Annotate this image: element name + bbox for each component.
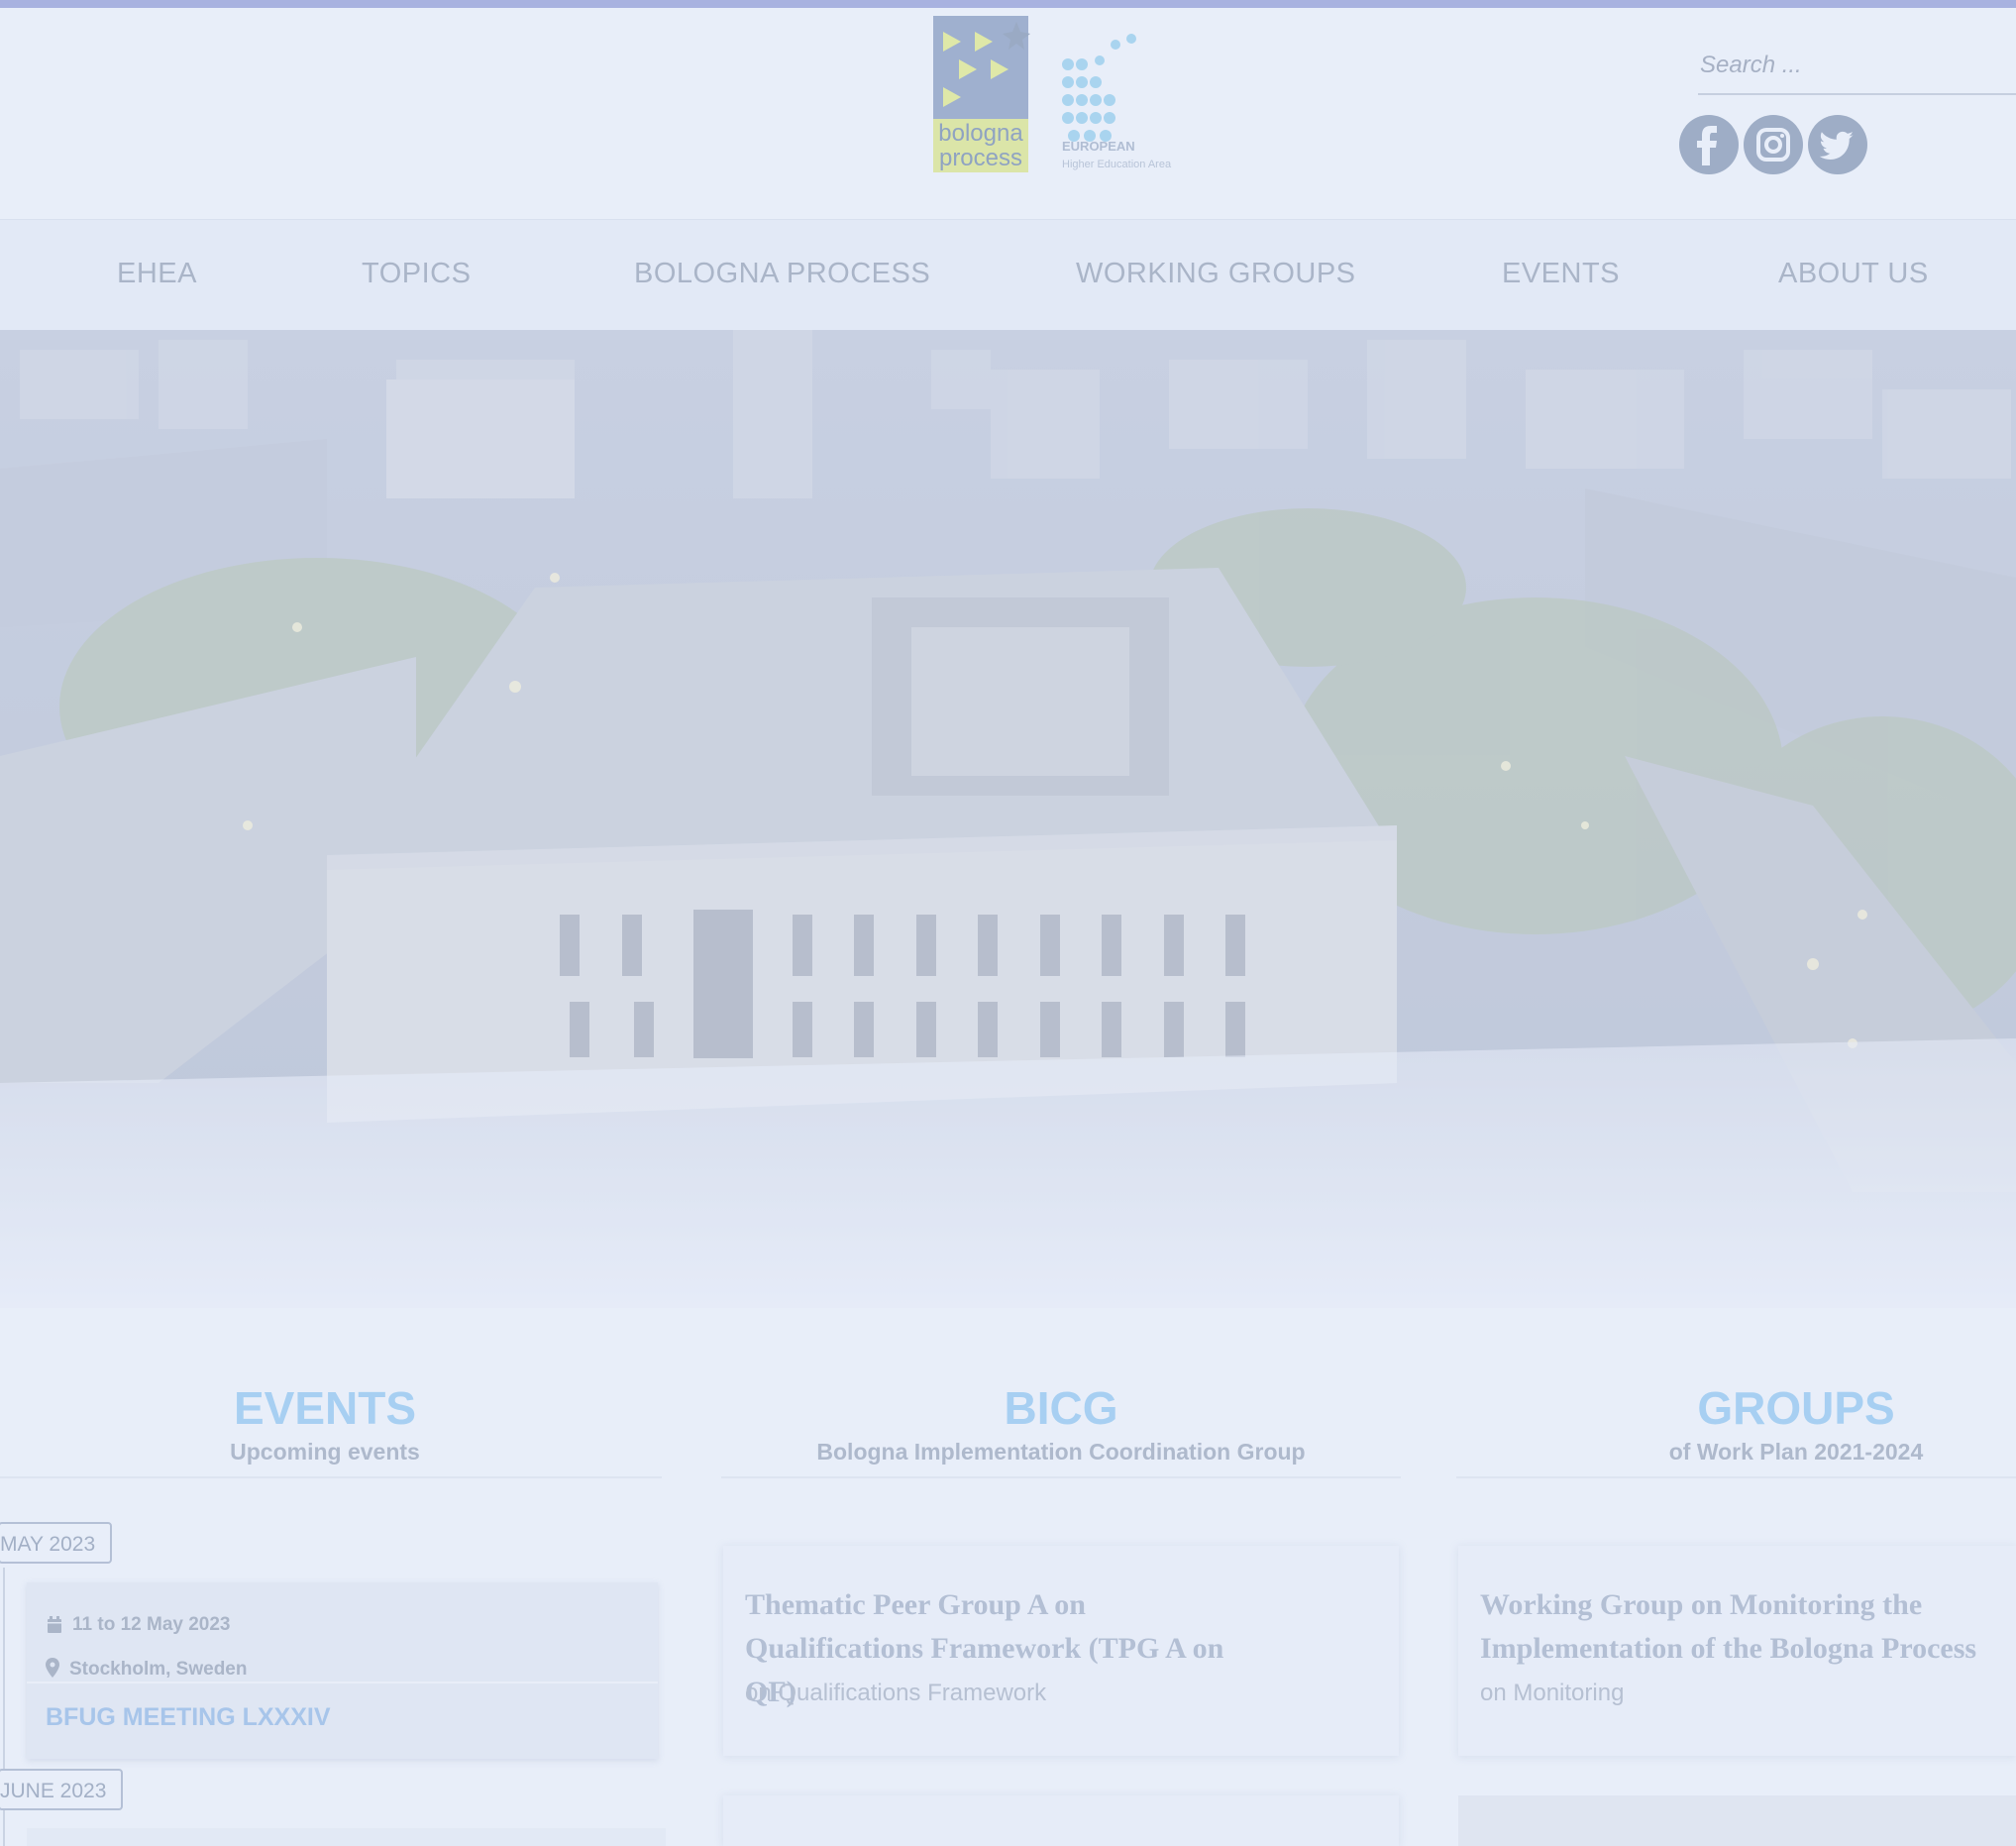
svg-text:bologna: bologna [938, 120, 1023, 147]
groups-card[interactable]: Working Group on Monitoring the Implemen… [1458, 1546, 2016, 1756]
groups-card-title[interactable]: Working Group on Monitoring the Implemen… [1480, 1583, 1995, 1671]
nav-item-bologna-process[interactable]: BOLOGNA PROCESS [634, 258, 930, 290]
main-navigation: EHEA TOPICS BOLOGNA PROCESS WORKING GROU… [0, 219, 2016, 331]
nav-item-about-us[interactable]: ABOUT US [1778, 258, 1929, 290]
search-box [1698, 44, 2016, 95]
events-column-divider [0, 1476, 662, 1478]
event-date: 11 to 12 May 2023 [72, 1614, 231, 1635]
ehea-logo-subtitle: Higher Education Area [1062, 159, 1172, 170]
instagram-link[interactable] [1744, 115, 1803, 174]
bologna-process-logo[interactable]: bologna process [931, 14, 1030, 174]
twitter-icon [1819, 131, 1854, 161]
event-card-partial [27, 1828, 666, 1846]
nav-item-events[interactable]: EVENTS [1502, 258, 1620, 290]
bicg-card-partial [723, 1795, 1399, 1846]
nav-item-topics[interactable]: TOPICS [362, 258, 471, 290]
month-badge-may: MAY 2023 [0, 1522, 112, 1564]
events-column-subtitle: Upcoming events [230, 1439, 420, 1465]
facebook-icon [1697, 126, 1717, 165]
event-card[interactable]: 11 to 12 May 2023 Stockholm, Sweden BFUG… [27, 1582, 658, 1759]
bicg-column-divider [721, 1476, 1401, 1478]
groups-column-divider [1456, 1476, 2016, 1478]
groups-column-title: GROUPS [1697, 1382, 1895, 1434]
bicg-card-subtitle: on Qualifications Framework [745, 1680, 1047, 1706]
ehea-logo-title: EUROPEAN [1062, 139, 1135, 154]
event-card-divider [27, 1682, 658, 1683]
instagram-icon [1756, 128, 1790, 162]
month-badge-june: JUNE 2023 [0, 1769, 123, 1810]
calendar-icon [48, 1616, 61, 1633]
facebook-link[interactable] [1679, 115, 1739, 174]
top-accent-bar [0, 0, 2016, 8]
hero-banner [0, 330, 2016, 1308]
bicg-column-title: BICG [1004, 1382, 1118, 1434]
hero-city-photo [0, 330, 2016, 1308]
groups-card-partial [1458, 1795, 2016, 1846]
event-title[interactable]: BFUG MEETING LXXXIV [46, 1703, 331, 1732]
location-pin-icon [46, 1658, 59, 1678]
twitter-link[interactable] [1808, 115, 1867, 174]
groups-column-subtitle: of Work Plan 2021-2024 [1668, 1439, 1924, 1465]
event-location: Stockholm, Sweden [69, 1659, 248, 1680]
groups-card-subtitle: on Monitoring [1480, 1680, 1625, 1706]
bicg-card[interactable]: Thematic Peer Group A on Qualifications … [723, 1546, 1399, 1756]
svg-text:process: process [939, 145, 1022, 171]
nav-item-working-groups[interactable]: WORKING GROUPS [1076, 258, 1356, 290]
nav-item-ehea[interactable]: EHEA [117, 258, 197, 290]
search-input[interactable] [1698, 44, 2016, 87]
bicg-column-subtitle: Bologna Implementation Coordination Grou… [816, 1439, 1306, 1465]
events-column-title: EVENTS [233, 1382, 417, 1434]
